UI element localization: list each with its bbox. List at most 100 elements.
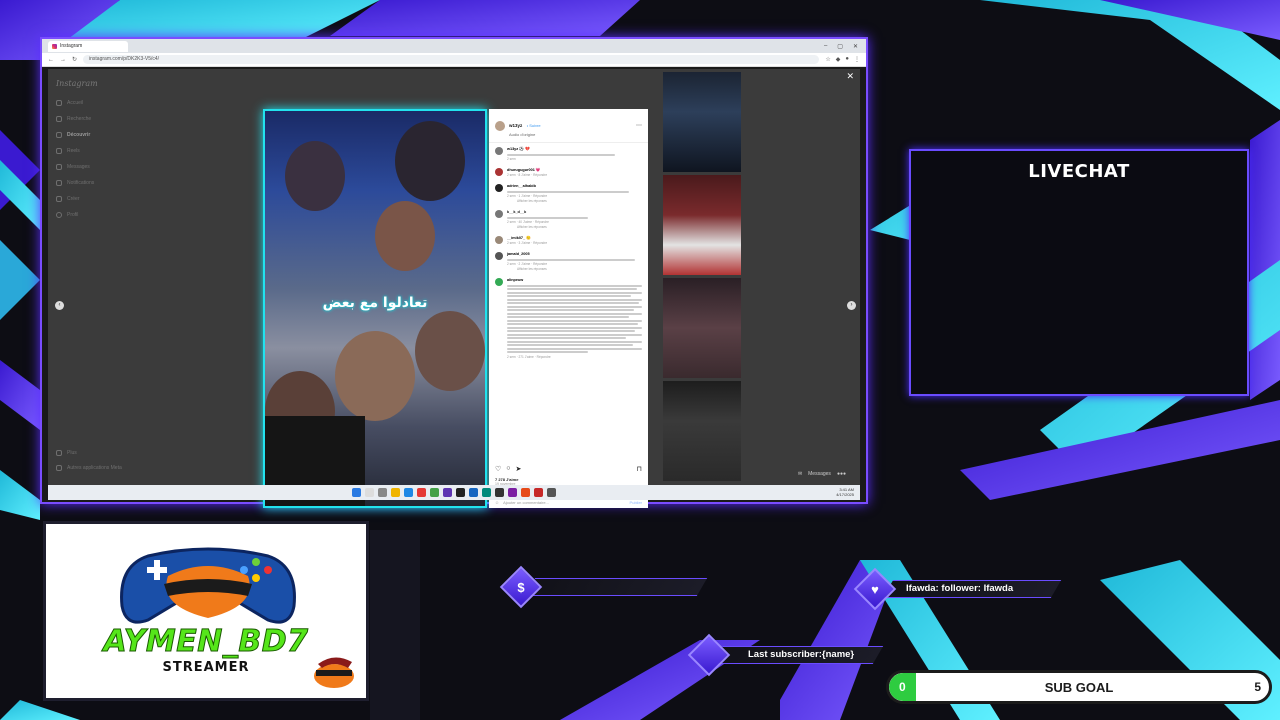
app-icon[interactable]: [443, 488, 452, 497]
comment-user[interactable]: dhurugugur001: [507, 168, 535, 172]
avatar[interactable]: [495, 210, 503, 218]
bookmark-icon[interactable]: ⊓: [637, 465, 642, 473]
reload-icon[interactable]: ↻: [72, 56, 77, 63]
more-options-icon[interactable]: ⋯: [636, 122, 642, 129]
search-icon[interactable]: [365, 488, 374, 497]
avatar[interactable]: [495, 120, 505, 131]
brave-icon[interactable]: [521, 488, 530, 497]
nav-item-accueil[interactable]: Accueil: [56, 100, 120, 106]
comment-meta: 2 sem: [507, 157, 516, 161]
dollar-icon: $: [517, 579, 525, 595]
nav-label: Recherche: [67, 116, 92, 122]
star-icon[interactable]: ☆: [825, 56, 830, 63]
nav-item-plus[interactable]: Plus: [56, 450, 122, 456]
comment: dhurugugur001 💗 2 sem · 8 J'aime · Répond…: [495, 168, 642, 178]
share-send-icon[interactable]: ➤: [516, 465, 522, 473]
browser-extensions: ☆ ◆ ● ⋮: [825, 56, 860, 63]
close-window-icon[interactable]: ✕: [853, 43, 858, 50]
avatar[interactable]: [495, 278, 503, 286]
comment-user[interactable]: adrien__alhabib: [507, 184, 536, 188]
comment-meta: 2 sem · 271 J'aime · Répondre: [507, 354, 551, 359]
browser-window: Instagram – ▢ ✕ ← → ↻ instagram.com/p/DK…: [40, 37, 868, 508]
windows-start-icon[interactable]: [352, 488, 361, 497]
avatar[interactable]: [495, 147, 503, 155]
nav-item-creer[interactable]: Créer: [56, 196, 120, 202]
publish-button[interactable]: Publier: [630, 500, 642, 505]
like-heart-icon[interactable]: ♡: [495, 465, 501, 473]
instagram-logo[interactable]: Instagram: [56, 79, 120, 88]
donation-alert-bar: [524, 578, 708, 596]
comment: w13yz ⚽ 💔 2 sem: [495, 147, 642, 162]
comment-text-line: [507, 312, 642, 315]
edge-icon[interactable]: [404, 488, 413, 497]
see-replies-link[interactable]: Afficher les réponses: [507, 225, 642, 230]
nav-item-meta-apps[interactable]: Autres applications Meta: [56, 465, 122, 471]
post-author[interactable]: w13yz: [509, 123, 522, 128]
previous-post-arrow-icon[interactable]: ‹: [55, 301, 64, 310]
nav-item-messages[interactable]: Messages: [56, 164, 120, 170]
comment-bubble-icon[interactable]: ○: [506, 465, 510, 473]
extension-icon[interactable]: ◆: [836, 56, 841, 63]
app-icon[interactable]: [547, 488, 556, 497]
file-explorer-icon[interactable]: [391, 488, 400, 497]
see-replies-link[interactable]: Afficher les réponses: [507, 267, 642, 272]
avatar[interactable]: [495, 168, 503, 176]
avatar[interactable]: [495, 184, 503, 192]
app-icon[interactable]: [456, 488, 465, 497]
comment-text-line: [507, 295, 632, 297]
nav-item-reels[interactable]: Reels: [56, 148, 120, 154]
explore-tile[interactable]: [663, 278, 741, 378]
app-icon[interactable]: [534, 488, 543, 497]
comment-text-line: [507, 291, 642, 294]
instagram-sidebar-bottom: Plus Autres applications Meta: [56, 450, 122, 471]
heart-icon: [56, 180, 62, 186]
comment-user[interactable]: k__k_d__k: [507, 210, 526, 214]
app-icon[interactable]: [417, 488, 426, 497]
follow-button[interactable]: • Suivre: [527, 123, 541, 128]
nav-item-decouvrir[interactable]: Découvrir: [56, 132, 120, 138]
avatar: ●●●: [836, 471, 846, 477]
profile-icon[interactable]: ●: [845, 56, 849, 63]
task-view-icon[interactable]: [378, 488, 387, 497]
chrome-icon[interactable]: [430, 488, 439, 497]
emoji-icon[interactable]: ☺: [495, 500, 499, 505]
browser-tab[interactable]: Instagram: [48, 40, 128, 52]
app-icon[interactable]: [508, 488, 517, 497]
taskbar-clock[interactable]: 3:41 AM 4/17/2025: [836, 487, 854, 497]
comment-user[interactable]: jamald_2005: [507, 252, 530, 256]
app-icon[interactable]: [469, 488, 478, 497]
close-modal-icon[interactable]: ✕: [846, 71, 854, 82]
crowd-figure: [285, 141, 345, 211]
see-replies-link[interactable]: Afficher les réponses: [507, 199, 642, 204]
comment-user[interactable]: w13yz: [507, 147, 518, 151]
next-post-arrow-icon[interactable]: ›: [847, 301, 856, 310]
post-video[interactable]: تعادلوا مع بعض: [263, 109, 487, 508]
avatar[interactable]: [495, 252, 503, 260]
avatar[interactable]: [495, 236, 503, 244]
back-arrow-icon[interactable]: ←: [48, 57, 54, 63]
minimize-icon[interactable]: –: [824, 43, 827, 50]
explore-tile[interactable]: [663, 175, 741, 275]
ninja-mascot-icon: [314, 657, 354, 688]
nav-item-recherche[interactable]: Recherche: [56, 116, 120, 122]
menu-dots-icon[interactable]: ⋮: [854, 56, 860, 63]
star-icon: [696, 642, 722, 668]
nav-item-profil[interactable]: Profil: [56, 212, 120, 218]
maximize-icon[interactable]: ▢: [837, 43, 843, 50]
address-bar[interactable]: instagram.com/p/DK2K3-V5/c4/: [83, 55, 820, 64]
comment-text-line: [507, 284, 642, 287]
app-icon[interactable]: [482, 488, 491, 497]
comment-input[interactable]: Ajouter un commentaire...: [503, 500, 549, 505]
messages-pill[interactable]: ✉ Messages ●●●: [798, 471, 846, 477]
explore-tile[interactable]: [663, 381, 741, 481]
explore-tile[interactable]: [663, 72, 741, 172]
obs-icon[interactable]: [495, 488, 504, 497]
nav-item-notifications[interactable]: Notifications: [56, 180, 120, 186]
post-audio[interactable]: Audio d'origine: [509, 132, 541, 137]
comment-user[interactable]: alinpeuw: [507, 278, 523, 282]
sub-goal-bar: 0 SUB GOAL 5: [886, 670, 1272, 704]
comment-user[interactable]: __imik07_: [507, 236, 525, 240]
forward-arrow-icon[interactable]: →: [60, 57, 66, 63]
comment-text-line: [507, 216, 588, 219]
nav-label: Autres applications Meta: [67, 465, 122, 471]
